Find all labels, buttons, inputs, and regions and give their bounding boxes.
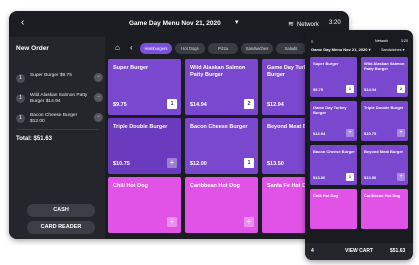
menu-tile[interactable]: Triple Double Burger $10.75 + (361, 101, 408, 141)
menu-tile[interactable]: Bacon Cheese Burger $12.00 1 (185, 118, 258, 174)
order-item-name: Wild Alaskan Salmon Patty Burger $14.94 (30, 93, 88, 104)
order-item[interactable]: 1 Wild Alaskan Salmon Patty Burger $14.9… (16, 92, 103, 110)
remove-item-icon[interactable]: − (94, 93, 103, 102)
view-cart-bar[interactable]: 4 VIEW CART $51.63 (305, 243, 413, 260)
tile-name: Bacon Cheese Burger (190, 124, 248, 130)
add-item-icon[interactable]: + (346, 129, 354, 137)
back-chevron-icon[interactable]: ‹ (21, 18, 24, 28)
category-filter[interactable]: Sandwiches ▾ (381, 47, 404, 52)
tile-price: $9.75 (113, 102, 127, 108)
tile-qty-badge: 2 (397, 85, 405, 93)
tile-name: Super Burger (313, 61, 339, 66)
category-back-chevron-icon[interactable]: ‹ (130, 44, 133, 52)
menu-tile[interactable]: Bacon Cheese Burger $13.80 1 (310, 145, 357, 185)
menu-tile[interactable]: Chili Hot Dog (310, 189, 357, 229)
tile-price: $13.50 (364, 175, 377, 180)
menu-tile[interactable]: Game Day Turkey Burger $12.94 + (310, 101, 357, 141)
tile-price: $10.75 (364, 131, 377, 136)
menu-tile[interactable]: Caribbean Hot Dog (361, 189, 408, 229)
tile-price: $14.94 (190, 102, 207, 108)
tile-name: Triple Double Burger (113, 124, 168, 130)
remove-item-icon[interactable]: − (94, 113, 103, 122)
add-item-icon[interactable]: + (244, 217, 254, 227)
tile-name: Chili Hot Dog (313, 193, 339, 198)
tile-name: Super Burger (113, 65, 149, 71)
tile-price: $13.50 (267, 161, 284, 167)
tile-name: Bacon Cheese Burger (313, 149, 355, 154)
tile-qty-badge: 1 (346, 173, 354, 181)
hamburger-menu-icon[interactable]: ≡ (311, 39, 313, 44)
order-panel: New Order 1 Super Burger $9.75 − 1 Wild … (9, 37, 105, 239)
menu-tile[interactable]: Super Burger $9.75 1 (310, 57, 357, 97)
tile-price: $9.75 (313, 87, 324, 92)
order-item[interactable]: 1 Super Burger $9.75 − (16, 72, 103, 90)
menu-tile[interactable]: Wild Alaskan Salmon Patty Burger $14.94 … (185, 59, 258, 115)
menu-title[interactable]: Game Day Menu Nov 21, 2020 ▾ (311, 47, 371, 52)
tile-price: $13.80 (313, 175, 326, 180)
tile-name: Caribbean Hot Dog (190, 183, 240, 189)
menu-tile[interactable]: Super Burger $9.75 1 (108, 59, 181, 115)
tile-qty-badge: 1 (346, 85, 354, 93)
network-label: Network (375, 39, 389, 43)
tile-name: Beyond Meat Burger (364, 149, 404, 154)
cart-total: $51.63 (390, 248, 406, 254)
menu-dropdown-caret-icon[interactable]: ▾ (235, 18, 239, 26)
tile-name: Chili Hot Dog (113, 183, 148, 189)
order-item-name: Super Burger $9.75 (30, 73, 72, 78)
tile-name: Wild Alaskan Salmon Patty Burger (364, 61, 405, 71)
network-status: ≋ Network (288, 20, 319, 28)
tile-price: $12.00 (190, 161, 207, 167)
phone-screen: ≡ Network 3:20 Game Day Menu Nov 21, 202… (305, 30, 413, 260)
order-divider (16, 129, 99, 130)
add-item-icon[interactable]: + (397, 173, 405, 181)
tile-qty-badge: 2 (244, 99, 254, 109)
order-item-name: Bacon Cheese Burger $12.00 (30, 113, 78, 124)
tab-pizza[interactable]: Pizza (208, 43, 238, 54)
menu-tile[interactable]: Beyond Meat Burger $13.50 + (361, 145, 408, 185)
remove-item-icon[interactable]: − (94, 73, 103, 82)
order-item-qty: 1 (16, 94, 25, 103)
add-item-icon[interactable]: + (397, 129, 405, 137)
order-item-qty: 1 (16, 114, 25, 123)
tab-hot-dogs[interactable]: Hot Dogs (175, 43, 205, 54)
clock-time: 3:20 (329, 20, 341, 26)
view-cart-button[interactable]: VIEW CART (345, 248, 373, 254)
tablet-header: ‹ Game Day Menu Nov 21, 2020 ▾ ≋ Network … (9, 11, 349, 37)
order-item-qty: 1 (16, 74, 25, 83)
clock-time: 3:20 (401, 39, 408, 43)
menu-tile[interactable]: Caribbean Hot Dog + (185, 177, 258, 233)
tile-price: $10.75 (113, 161, 130, 167)
tile-qty-badge: 1 (167, 99, 177, 109)
tablet-screen: ‹ Game Day Menu Nov 21, 2020 ▾ ≋ Network … (9, 11, 349, 239)
tile-name: Caribbean Hot Dog (364, 193, 401, 198)
add-item-icon[interactable]: + (167, 158, 177, 168)
menu-title[interactable]: Game Day Menu Nov 21, 2020 (129, 20, 221, 27)
order-item[interactable]: 1 Bacon Cheese Burger $12.00 − (16, 112, 103, 130)
cart-count: 4 (311, 248, 314, 254)
menu-tile[interactable]: Wild Alaskan Salmon Patty Burger $14.94 … (361, 57, 408, 97)
network-label: Network (296, 22, 319, 28)
wifi-icon: ≋ (288, 21, 294, 28)
tile-price: $14.94 (364, 87, 377, 92)
tile-price: $12.94 (313, 131, 326, 136)
tab-sandwiches[interactable]: Sandwiches (241, 43, 273, 54)
tile-price: $12.94 (267, 102, 284, 108)
home-icon[interactable]: ⌂ (115, 44, 120, 52)
menu-tile[interactable]: Chili Hot Dog + (108, 177, 181, 233)
tab-hamburgers[interactable]: Hamburgers (140, 43, 172, 54)
add-item-icon[interactable]: + (167, 217, 177, 227)
cash-button[interactable]: CASH (27, 204, 95, 217)
tile-qty-badge: 1 (244, 158, 254, 168)
tab-salads[interactable]: Salads (276, 43, 306, 54)
card-reader-button[interactable]: CARD READER (27, 221, 95, 234)
menu-tile[interactable]: Triple Double Burger $10.75 + (108, 118, 181, 174)
tile-name: Triple Double Burger (364, 105, 404, 110)
order-total: Total: $51.63 (16, 136, 52, 142)
order-heading: New Order (16, 45, 49, 52)
tile-name: Game Day Turkey Burger (313, 105, 347, 115)
tile-name: Wild Alaskan Salmon Patty Burger (190, 65, 246, 78)
